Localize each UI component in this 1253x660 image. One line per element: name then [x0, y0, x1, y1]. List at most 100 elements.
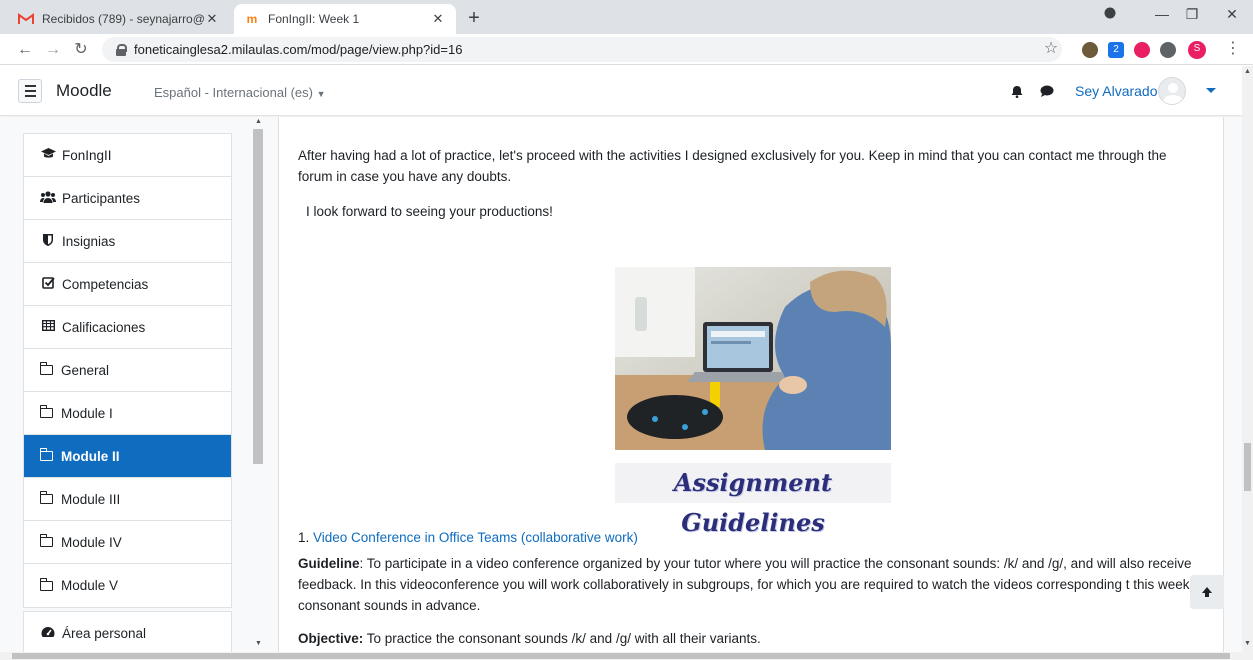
graduation-cap-icon	[40, 148, 56, 162]
folder-icon	[39, 534, 53, 547]
objective-paragraph: Objective: To practice the consonant sou…	[298, 628, 1203, 649]
nav-item-module-1[interactable]: Module I	[24, 392, 231, 435]
nav-item-competencies[interactable]: Competencias	[24, 263, 231, 306]
look-forward-text: I look forward to seeing your production…	[306, 204, 553, 219]
shield-icon	[40, 233, 56, 249]
close-tab-icon[interactable]: ✕	[430, 11, 446, 27]
url-text: foneticainglesa2.milaulas.com/mod/page/v…	[134, 42, 463, 57]
tab-title: FonIngII: Week 1	[268, 12, 360, 26]
close-window-icon[interactable]: ✕	[1220, 6, 1244, 23]
profile-avatar-icon[interactable]: S	[1188, 41, 1206, 59]
horizontal-scrollbar-thumb[interactable]	[12, 653, 1230, 659]
check-square-icon	[40, 276, 56, 292]
nav-item-module-3[interactable]: Module III	[24, 478, 231, 521]
notification-bell-icon[interactable]	[1011, 85, 1023, 101]
guideline-label: Guideline	[298, 556, 360, 571]
nav-item-badges[interactable]: Insignias	[24, 220, 231, 263]
guideline-text: : To participate in a video conference o…	[298, 556, 1199, 613]
scroll-down-arrow-icon[interactable]: ▼	[255, 640, 262, 647]
nav-drawer: FonIngII Participantes Insignias Compete…	[0, 117, 266, 652]
scroll-up-arrow-icon[interactable]: ▲	[1244, 68, 1251, 75]
back-to-top-button[interactable]	[1190, 575, 1224, 609]
restore-icon[interactable]: ❐	[1180, 6, 1204, 23]
chevron-down-icon: ▼	[316, 89, 326, 99]
nav-label: Participantes	[62, 190, 141, 206]
forward-icon[interactable]: →	[42, 39, 64, 61]
activity-title: 1. Video Conference in Office Teams (col…	[298, 527, 898, 548]
nav-label: Module II	[61, 448, 120, 464]
close-tab-icon[interactable]: ✕	[204, 11, 220, 27]
nav-item-dashboard[interactable]: Área personal	[24, 612, 231, 652]
user-name[interactable]: Sey Alvarado	[1075, 83, 1158, 99]
folder-icon	[39, 577, 53, 591]
nav-label: FonIngII	[62, 147, 112, 163]
page-vertical-scrollbar[interactable]: ▲ ▼	[1242, 66, 1253, 652]
extension-badge-icon[interactable]: 2	[1108, 42, 1124, 58]
bookmark-star-icon[interactable]: ☆	[1040, 38, 1062, 60]
nav-label: Área personal	[62, 626, 147, 641]
drawer-scrollbar[interactable]: ▲ ▼	[250, 117, 266, 652]
nav-label: General	[61, 362, 110, 378]
folder-icon	[39, 491, 53, 504]
nav-label: Calificaciones	[62, 319, 146, 335]
table-icon	[40, 319, 56, 334]
browser-tab-moodle[interactable]: m FonIngII: Week 1 ✕	[234, 4, 456, 34]
language-label: Español - Internacional (es)	[154, 85, 313, 100]
nav-item-grades[interactable]: Calificaciones	[24, 306, 231, 349]
user-avatar[interactable]	[1158, 77, 1186, 105]
main-region: After having had a lot of practice, let'…	[266, 117, 1242, 657]
activity-number: 1.	[298, 530, 314, 545]
nav-item-module-5[interactable]: Module V	[24, 564, 231, 607]
drawer-scrollbar-thumb[interactable]	[253, 129, 263, 464]
users-icon	[40, 190, 56, 206]
activity-link[interactable]: Video Conference in Office Teams (collab…	[313, 530, 638, 545]
nav-item-module-4[interactable]: Module IV	[24, 521, 231, 564]
user-menu-caret-icon[interactable]	[1206, 88, 1216, 93]
page-horizontal-scrollbar[interactable]	[0, 652, 1253, 660]
messages-icon[interactable]	[1040, 85, 1054, 100]
reload-icon[interactable]: ↻	[70, 39, 92, 61]
page-content-card: After having had a lot of practice, let'…	[278, 117, 1224, 657]
extensions-puzzle-icon[interactable]	[1160, 42, 1176, 58]
browser-menu-icon[interactable]: ⋮	[1222, 38, 1244, 60]
folder-icon	[39, 362, 53, 375]
new-tab-button[interactable]: +	[463, 7, 485, 30]
minimize-icon[interactable]: —	[1150, 6, 1174, 22]
lock-icon	[116, 43, 127, 56]
folder-icon	[39, 448, 53, 461]
folder-icon	[39, 405, 53, 418]
browser-tab-gmail[interactable]: Recibidos (789) - seynajarro@gm ✕	[8, 4, 230, 34]
moodle-icon: m	[246, 12, 258, 26]
extension-camera-icon[interactable]	[1134, 42, 1150, 58]
guideline-paragraph: Guideline: To participate in a video con…	[298, 553, 1203, 616]
page-scrollbar-thumb[interactable]	[1244, 443, 1251, 491]
nav-label: Module IV	[61, 534, 122, 550]
assignment-guidelines-banner: Assignment Guidelines	[615, 463, 891, 537]
nav-item-general[interactable]: General	[24, 349, 231, 392]
extension-owl-icon[interactable]	[1082, 42, 1098, 58]
nav-item-participants[interactable]: Participantes	[24, 177, 231, 220]
nav-label: Module V	[61, 578, 119, 593]
site-brand[interactable]: Moodle	[56, 81, 112, 101]
nav-item-module-2[interactable]: Module II	[24, 435, 231, 478]
gmail-icon	[18, 12, 34, 26]
tab-title: Recibidos (789) - seynajarro@gm	[42, 12, 204, 26]
back-icon[interactable]: ←	[14, 39, 36, 61]
moodle-navbar: Moodle Español - Internacional (es) ▼ Se…	[0, 66, 1242, 116]
intro-paragraph: After having had a lot of practice, let'…	[298, 148, 1167, 184]
browser-toolbar: ← → ↻ foneticainglesa2.milaulas.com/mod/…	[0, 34, 1253, 65]
scroll-down-arrow-icon[interactable]: ▼	[1244, 640, 1251, 647]
student-laptop-photo	[615, 267, 891, 450]
tachometer-icon	[40, 626, 56, 641]
nav-label: Competencias	[62, 276, 149, 292]
address-bar[interactable]: foneticainglesa2.milaulas.com/mod/page/v…	[102, 37, 1062, 62]
browser-tab-strip: Recibidos (789) - seynajarro@gm ✕ m FonI…	[0, 0, 1253, 34]
nav-item-course[interactable]: FonIngII	[24, 134, 231, 177]
course-nav-list: FonIngII Participantes Insignias Compete…	[23, 133, 232, 608]
scroll-up-arrow-icon[interactable]: ▲	[255, 118, 262, 125]
objective-label: Objective:	[298, 631, 364, 646]
language-menu[interactable]: Español - Internacional (es) ▼	[154, 85, 326, 100]
browser-account-icon[interactable]	[1098, 6, 1122, 22]
drawer-toggle-button[interactable]	[18, 79, 42, 103]
personal-nav-list: Área personal	[23, 611, 232, 652]
